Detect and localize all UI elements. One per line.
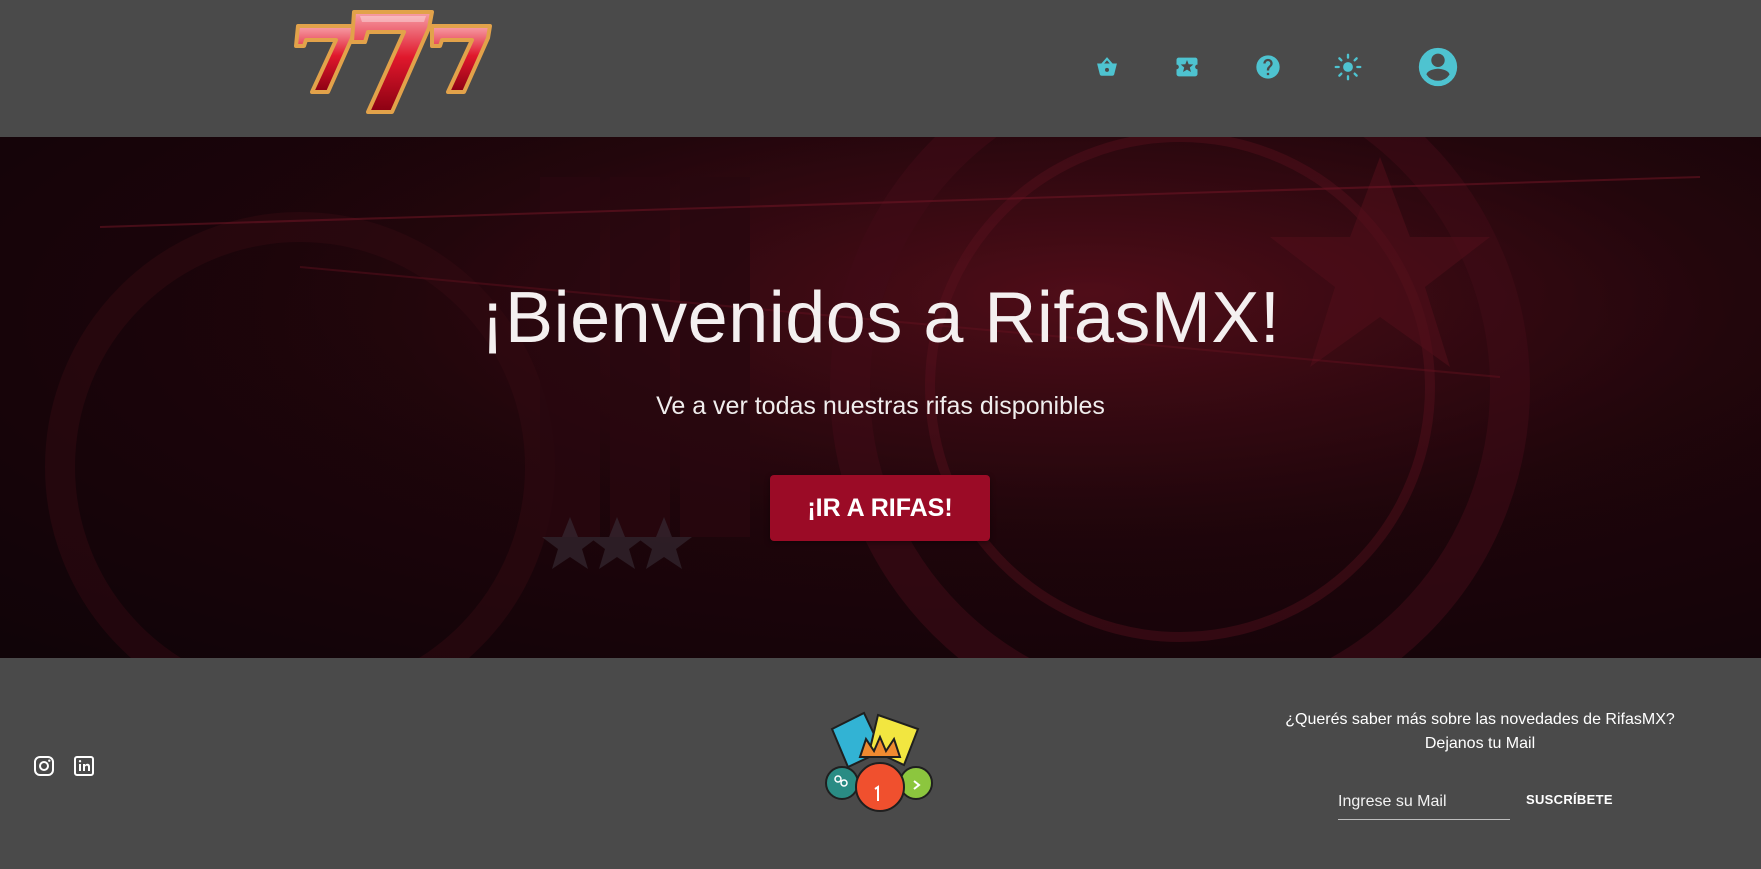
ticket-icon[interactable]	[1167, 47, 1207, 87]
email-field[interactable]	[1338, 788, 1510, 820]
lottery-balls-logo[interactable]	[822, 709, 938, 815]
brightness-icon[interactable]	[1328, 47, 1368, 87]
site-header	[0, 0, 1761, 137]
hero-title: ¡Bienvenidos a RifasMX!	[480, 278, 1281, 358]
go-to-raffles-button[interactable]: ¡IR A RIFAS!	[770, 475, 990, 541]
account-circle-icon[interactable]	[1415, 44, 1461, 90]
site-footer: ¿Querés saber más sobre las novedades de…	[0, 658, 1761, 869]
hero-subtitle: Ve a ver todas nuestras rifas disponible…	[656, 392, 1105, 420]
help-icon[interactable]	[1248, 47, 1288, 87]
instagram-icon[interactable]	[32, 754, 56, 778]
hero-banner: ¡Bienvenidos a RifasMX! Ve a ver todas n…	[0, 137, 1761, 658]
newsletter-question: ¿Querés saber más sobre las novedades de…	[1285, 711, 1675, 728]
newsletter-cta: Dejanos tu Mail	[1424, 735, 1536, 752]
subscribe-button[interactable]: SUSCRÍBETE	[1520, 784, 1619, 814]
linkedin-icon[interactable]	[72, 754, 96, 778]
lucky-777-logo[interactable]	[292, 4, 502, 116]
basket-icon[interactable]	[1087, 47, 1127, 87]
